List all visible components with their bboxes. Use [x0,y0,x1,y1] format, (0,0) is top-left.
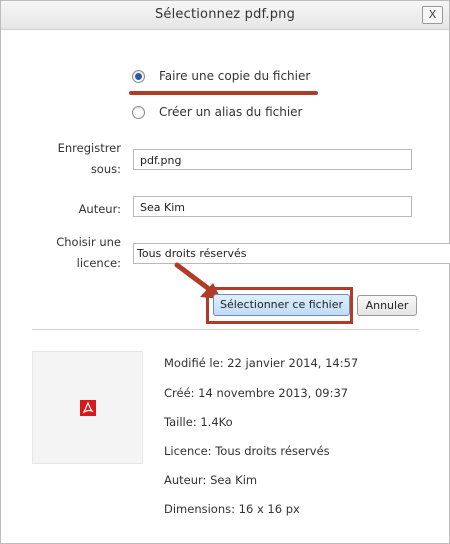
license-label: Choisir une licence: [41,235,121,270]
file-thumbnail [32,351,143,464]
author-label: Auteur: [78,202,121,216]
author-input[interactable]: Sea Kim [133,196,412,217]
annotation-underline [129,91,318,95]
info-license: Licence: Tous droits réservés [164,444,330,458]
pdf-icon [80,400,96,416]
info-dimensions: Dimensions: 16 x 16 px [164,502,300,516]
license-label-line2: licence: [76,256,121,270]
alias-file-radio[interactable] [132,105,145,119]
info-created: Créé: 14 novembre 2013, 09:37 [164,386,349,400]
cancel-button[interactable]: Annuler [357,295,417,316]
alias-file-label: Créer un alias du fichier [159,105,303,119]
save-as-label-line1: Enregistrer [57,141,121,155]
copy-file-option[interactable]: Faire une copie du fichier [132,68,310,84]
copy-file-radio[interactable] [132,69,145,83]
info-author: Auteur: Sea Kim [164,473,258,487]
divider [32,329,419,330]
close-button[interactable]: X [422,6,443,24]
alias-file-option[interactable]: Créer un alias du fichier [132,104,302,120]
dialog-title: Sélectionnez pdf.png [154,7,296,22]
license-label-line1: Choisir une [56,235,121,249]
save-as-label: Enregistrer sous: [41,141,121,176]
select-file-button[interactable]: Sélectionner ce fichier [213,294,350,316]
save-as-label-line2: sous: [90,162,121,176]
save-as-input[interactable]: pdf.png [133,149,412,170]
file-select-dialog: Sélectionnez pdf.png X Faire une copie d… [0,0,450,544]
info-modified: Modifié le: 22 janvier 2014, 14:57 [164,356,359,370]
dialog-titlebar: Sélectionnez pdf.png X [1,1,449,30]
info-size: Taille: 1.4Ko [164,415,233,429]
copy-file-label: Faire une copie du fichier [159,69,311,83]
